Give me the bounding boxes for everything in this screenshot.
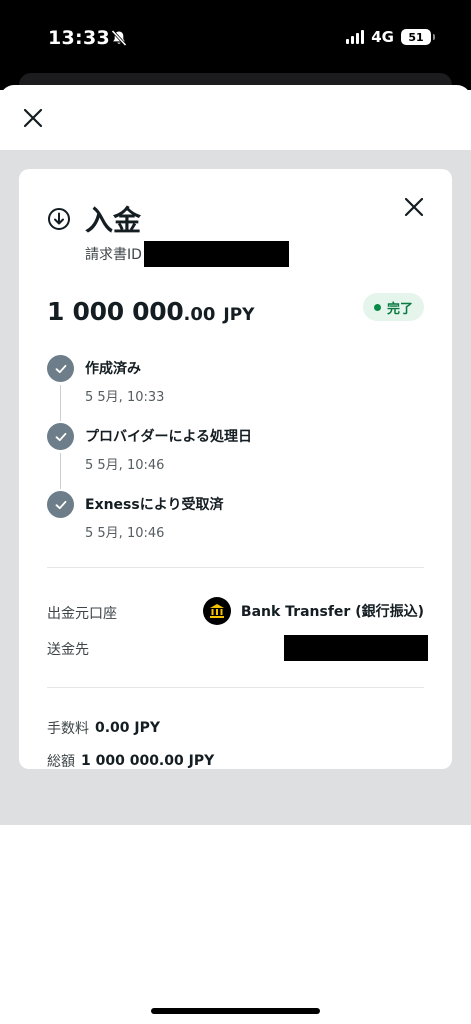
amount-currency: JPY — [223, 305, 255, 325]
source-account-value: Bank Transfer (銀行振込) — [202, 597, 424, 625]
page-title: 入金 — [85, 204, 142, 237]
battery-icon: 51 — [401, 29, 435, 45]
timeline-step: Exnessにより受取済 5 5月, 10:46 — [47, 491, 427, 559]
redacted-invoice-id — [143, 241, 289, 267]
home-indicator[interactable] — [151, 1008, 320, 1014]
total-label: 総額 — [47, 754, 75, 769]
bell-slash-icon — [111, 29, 127, 47]
check-circle-icon — [47, 491, 74, 518]
timeline-step-time: 5 5月, 10:46 — [85, 526, 165, 541]
divider — [47, 567, 424, 568]
divider — [47, 687, 424, 688]
fee-row: 手数料 0.00 JPY — [47, 718, 160, 738]
bank-icon — [202, 597, 231, 625]
signal-icon — [346, 30, 365, 44]
status-dot-icon — [373, 303, 381, 311]
timeline-step-title: Exnessにより受取済 — [85, 497, 224, 513]
timeline-step-title: 作成済み — [85, 361, 141, 377]
timeline-step-time: 5 5月, 10:33 — [85, 390, 165, 405]
status-right: 4G 51 — [346, 28, 435, 46]
total-row: 総額 1 000 000.00 JPY — [47, 751, 214, 769]
card-close-icon[interactable] — [404, 197, 424, 217]
invoice-id-label: 請求書ID — [85, 247, 142, 263]
source-account-label: 出金元口座 — [47, 606, 117, 622]
amount-integer: 1 000 000 — [47, 297, 184, 326]
transaction-details-card: 入金 請求書ID 1 000 000 .00 JPY 完了 作成済み 5 5月,… — [19, 169, 452, 769]
timeline-connector — [60, 385, 61, 421]
check-circle-icon — [47, 423, 74, 450]
status-badge: 完了 — [362, 293, 424, 321]
status-text: 完了 — [386, 301, 413, 317]
destination-label: 送金先 — [47, 642, 89, 658]
invoice-id-row: 請求書ID — [85, 241, 289, 267]
source-account-text: Bank Transfer (銀行振込) — [240, 604, 424, 620]
status-timeline: 作成済み 5 5月, 10:33 プロバイダーによる処理日 5 5月, 10:4… — [47, 355, 427, 559]
total-value: 1 000 000.00 JPY — [81, 753, 215, 769]
title-row: 入金 — [47, 199, 141, 239]
fee-label: 手数料 — [47, 721, 89, 737]
fee-value: 0.00 JPY — [95, 720, 161, 736]
redacted-destination — [284, 635, 428, 661]
timeline-connector — [60, 453, 61, 489]
timeline-step-time: 5 5月, 10:46 — [85, 458, 165, 473]
close-icon[interactable] — [22, 107, 44, 129]
bottom-sheet: 入金 請求書ID 1 000 000 .00 JPY 完了 作成済み 5 5月,… — [0, 85, 471, 1024]
status-time: 13:33 — [48, 27, 110, 49]
timeline-step-title: プロバイダーによる処理日 — [85, 429, 253, 445]
amount-decimal: .00 — [183, 304, 216, 325]
download-circle-icon — [48, 208, 70, 230]
timeline-step: プロバイダーによる処理日 5 5月, 10:46 — [47, 423, 427, 491]
network-type: 4G — [371, 28, 394, 46]
check-circle-icon — [47, 355, 74, 382]
battery-level: 51 — [408, 30, 424, 44]
amount: 1 000 000 .00 JPY — [47, 297, 254, 326]
timeline-step: 作成済み 5 5月, 10:33 — [47, 355, 427, 423]
